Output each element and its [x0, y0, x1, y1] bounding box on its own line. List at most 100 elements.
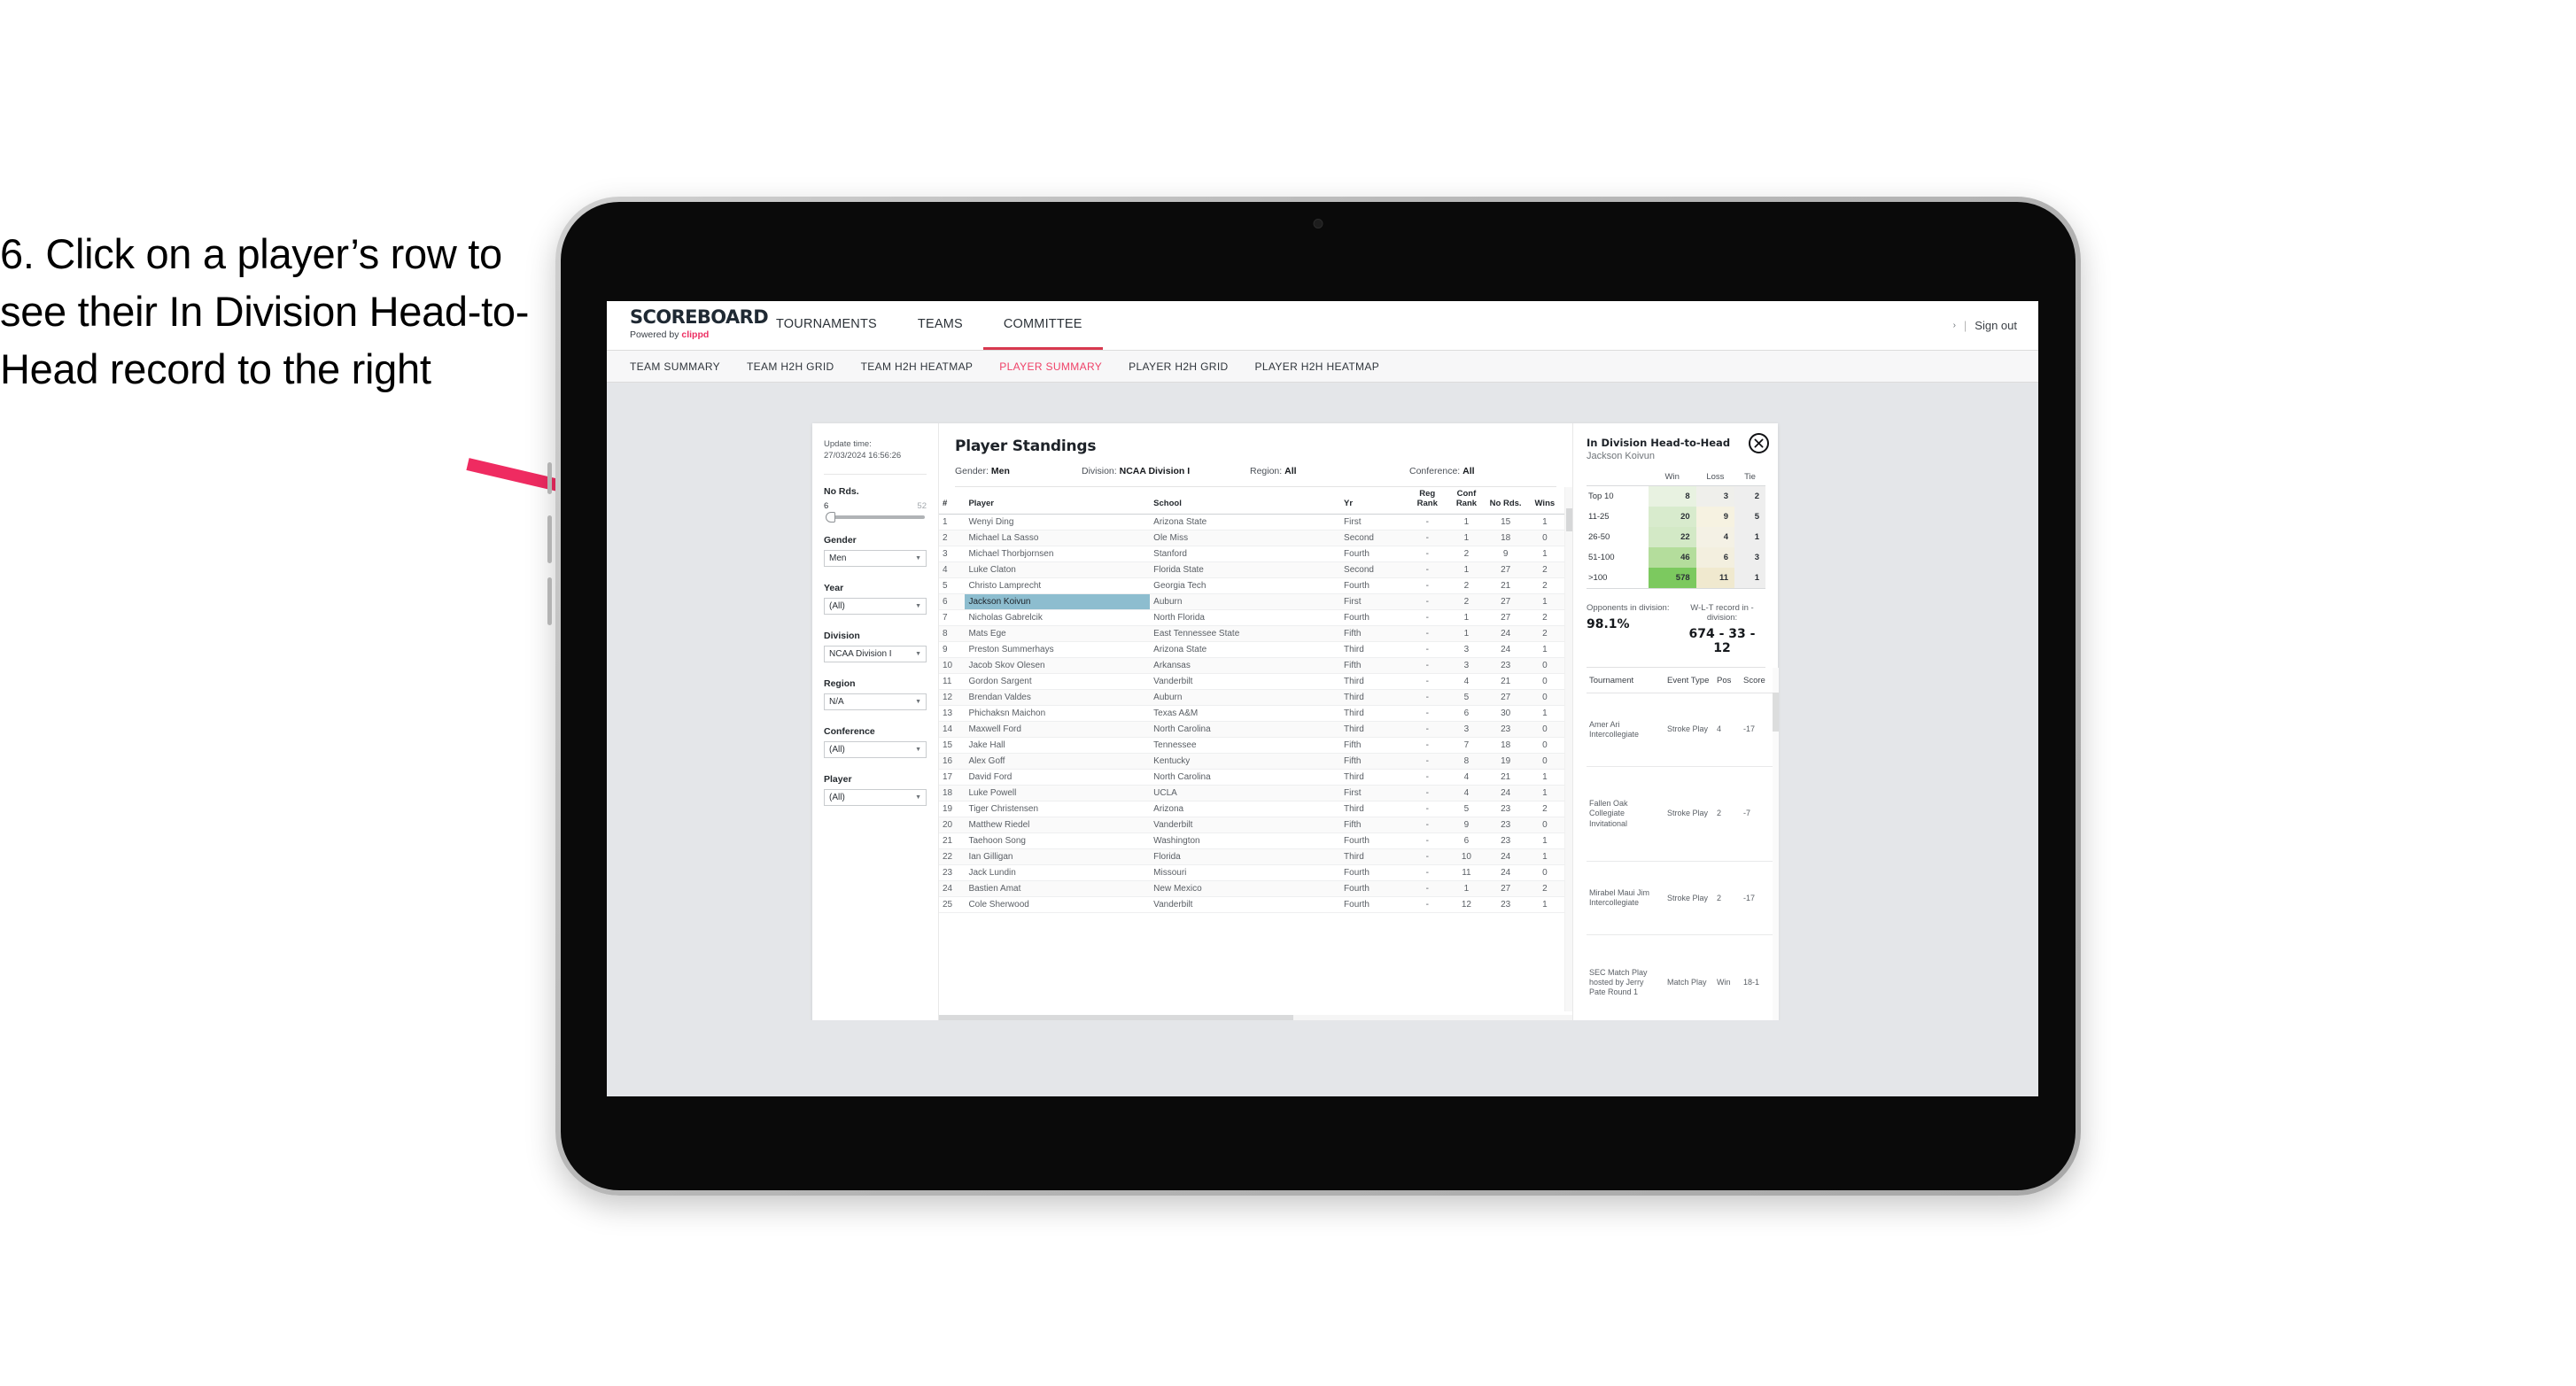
col-conf-rank[interactable]: Conf Rank [1447, 487, 1486, 515]
col-player[interactable]: Player [965, 487, 1151, 515]
h2h-cell-win[interactable]: 578 [1648, 568, 1696, 589]
h2h-cell-tie[interactable]: 2 [1734, 485, 1765, 507]
col-wins[interactable]: Wins [1525, 487, 1564, 515]
cell-reg: - [1408, 785, 1447, 802]
tab-team-h2h-heatmap[interactable]: TEAM H2H HEATMAP [861, 360, 974, 373]
h2h-cell-tie[interactable]: 1 [1734, 568, 1765, 589]
close-icon[interactable] [1749, 433, 1769, 453]
cell-wins: 0 [1525, 737, 1564, 755]
cell-yr: Fourth [1340, 546, 1408, 563]
h2h-cell-tie[interactable]: 3 [1734, 547, 1765, 568]
standings-vertical-scrollbar[interactable] [1564, 487, 1572, 1011]
cell-conf: 1 [1447, 561, 1486, 579]
cell-wins: 2 [1525, 561, 1564, 579]
scrollbar-thumb[interactable] [1773, 693, 1779, 732]
table-row[interactable]: 18 Luke Powell UCLA First -4 24 1 [939, 785, 1564, 802]
no-rounds-slider[interactable] [826, 511, 925, 523]
table-row[interactable]: 12 Brendan Valdes Auburn Third -5 27 0 [939, 689, 1564, 707]
tab-player-h2h-grid[interactable]: PLAYER H2H GRID [1129, 360, 1228, 373]
table-row[interactable]: 19 Tiger Christensen Arizona Third -5 23 2 [939, 801, 1564, 818]
tab-team-h2h-grid[interactable]: TEAM H2H GRID [747, 360, 834, 373]
sign-out-link[interactable]: Sign out [1975, 319, 2017, 332]
h2h-cell-win[interactable]: 46 [1648, 547, 1696, 568]
h2h-cell-loss[interactable]: 6 [1695, 547, 1735, 568]
tab-team-summary[interactable]: TEAM SUMMARY [630, 360, 720, 373]
tab-player-h2h-heatmap[interactable]: PLAYER H2H HEATMAP [1255, 360, 1380, 373]
h2h-heatmap-table: Win Loss Tie Top 10 8 3 2 11-25 20 9 5 26-50 22 4 1… [1587, 472, 1765, 589]
table-row[interactable]: 17 David Ford North Carolina Third -4 21 1 [939, 769, 1564, 786]
filter-year-select[interactable]: (All) ▼ [824, 597, 927, 615]
cell-wins: 2 [1525, 801, 1564, 818]
table-row[interactable]: 4 Luke Claton Florida State Second -1 27 2 [939, 561, 1564, 579]
table-row[interactable]: 25 Cole Sherwood Vanderbilt Fourth -12 23 1 [939, 896, 1564, 914]
h2h-col-loss: Loss [1695, 472, 1735, 486]
table-row[interactable]: 21 Taehoon Song Washington Fourth -6 23 1 [939, 832, 1564, 850]
filter-panel: Update time: 27/03/2024 16:56:26 No Rds.… [812, 423, 939, 1031]
h2h-cell-tie[interactable]: 5 [1734, 507, 1765, 527]
filter-division-select[interactable]: NCAA Division I ▼ [824, 645, 927, 662]
cell-rds: 27 [1486, 593, 1525, 611]
h2h-cell-loss[interactable]: 4 [1695, 527, 1735, 547]
cell-rank: 4 [939, 561, 966, 579]
chevron-right-icon[interactable]: › [1953, 321, 1956, 330]
table-row[interactable]: 6 Jackson Koivun Auburn First -2 27 1 [939, 593, 1564, 611]
tournament-row[interactable]: Amer Ari Intercollegiate Stroke Play 4 -17 [1587, 693, 1773, 767]
table-row[interactable]: 24 Bastien Amat New Mexico Fourth -1 27 2 [939, 880, 1564, 898]
table-row[interactable]: 1 Wenyi Ding Arizona State First -1 15 1 [939, 514, 1564, 531]
nav-committee[interactable]: COMMITTEE [982, 301, 1103, 350]
h2h-cell-win[interactable]: 20 [1648, 507, 1696, 527]
table-row[interactable]: 5 Christo Lamprecht Georgia Tech Fourth -2 21… [939, 577, 1564, 595]
table-row[interactable]: 23 Jack Lundin Missouri Fourth -11 24 0 [939, 864, 1564, 882]
table-row[interactable]: 8 Mats Ege East Tennessee State Fifth -1 24 2 [939, 625, 1564, 643]
h2h-cell-loss[interactable]: 3 [1695, 485, 1735, 507]
filter-year: Year (All) ▼ [824, 583, 927, 615]
slider-handle[interactable] [826, 511, 835, 523]
table-row[interactable]: 3 Michael Thorbjornsen Stanford Fourth -2 9 1 [939, 546, 1564, 563]
tournament-scrollbar[interactable] [1773, 668, 1779, 1031]
nav-teams[interactable]: TEAMS [897, 301, 983, 350]
table-row[interactable]: 9 Preston Summerhays Arizona State Third -3 2… [939, 641, 1564, 659]
col-school[interactable]: School [1150, 487, 1341, 515]
tcol-score[interactable]: Score [1741, 668, 1773, 693]
table-row[interactable]: 13 Phichaksn Maichon Texas A&M Third -6 30 1 [939, 705, 1564, 723]
h2h-cell-tie[interactable]: 1 [1734, 527, 1765, 547]
col-yr[interactable]: Yr [1340, 487, 1408, 515]
h2h-cell-loss[interactable]: 9 [1695, 507, 1735, 527]
tournament-row[interactable]: Mirabel Maui Jim Intercollegiate Stroke P… [1587, 861, 1773, 936]
filter-conference-select[interactable]: (All) ▼ [824, 740, 927, 758]
filter-gender-select[interactable]: Men ▼ [824, 549, 927, 567]
h2h-cell-win[interactable]: 8 [1648, 485, 1696, 507]
table-row[interactable]: 22 Ian Gilligan Florida Third -10 24 1 [939, 848, 1564, 866]
col-no-rds[interactable]: No Rds. [1486, 487, 1525, 515]
tcol-event-type[interactable]: Event Type [1664, 668, 1714, 693]
table-row[interactable]: 16 Alex Goff Kentucky Fifth -8 19 0 [939, 753, 1564, 770]
tournament-row[interactable]: Fallen Oak Collegiate Invitational Stroke… [1587, 766, 1773, 863]
tab-player-summary[interactable]: PLAYER SUMMARY [999, 360, 1102, 373]
col-rank[interactable]: # [939, 487, 966, 515]
chevron-down-icon: ▼ [915, 602, 921, 609]
cell-conf: 10 [1447, 848, 1486, 866]
nav-tournaments[interactable]: TOURNAMENTS [756, 301, 897, 350]
table-row[interactable]: 7 Nicholas Gabrelcik North Florida Fourth -1… [939, 609, 1564, 627]
table-row[interactable]: 20 Matthew Riedel Vanderbilt Fifth -9 23 0 [939, 817, 1564, 834]
filter-region-select[interactable]: N/A ▼ [824, 693, 927, 710]
filter-player-select[interactable]: (All) ▼ [824, 788, 927, 806]
tcell-score: 18-1 [1741, 934, 1773, 1031]
cell-rank: 21 [939, 832, 966, 850]
h2h-row-label: >100 [1587, 568, 1649, 589]
col-reg-rank[interactable]: Reg Rank [1408, 487, 1447, 515]
table-row[interactable]: 14 Maxwell Ford North Carolina Third -3 23 0 [939, 721, 1564, 739]
app-logo[interactable]: SCOREBOARD Powered by clippd [607, 301, 769, 350]
table-row[interactable]: 15 Jake Hall Tennessee Fifth -7 18 0 [939, 737, 1564, 755]
h2h-cell-loss[interactable]: 11 [1695, 568, 1735, 589]
table-row[interactable]: 2 Michael La Sasso Ole Miss Second -1 18 0 [939, 530, 1564, 547]
table-row[interactable]: 11 Gordon Sargent Vanderbilt Third -4 21 0 [939, 673, 1564, 691]
h2h-cell-win[interactable]: 22 [1648, 527, 1696, 547]
tournament-row[interactable]: SEC Match Play hosted by Jerry Pate Roun… [1587, 934, 1773, 1031]
scrollbar-thumb[interactable] [1566, 508, 1572, 531]
table-row[interactable]: 10 Jacob Skov Olesen Arkansas Fifth -3 23 0 [939, 657, 1564, 675]
tcol-tournament[interactable]: Tournament [1587, 668, 1664, 693]
cell-reg: - [1408, 561, 1447, 579]
cell-wins: 1 [1525, 896, 1564, 914]
tcol-pos[interactable]: Pos [1714, 668, 1741, 693]
